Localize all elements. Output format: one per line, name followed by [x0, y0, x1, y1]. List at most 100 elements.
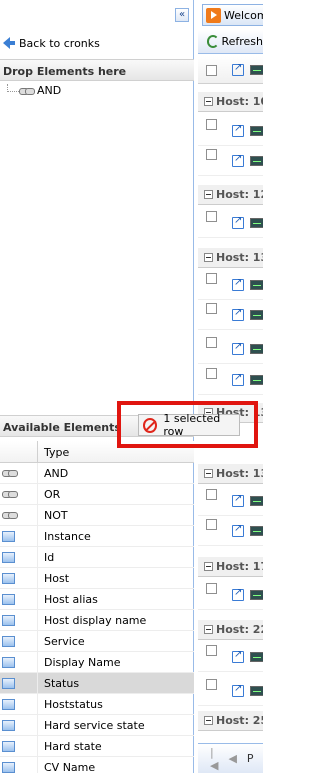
- grid-row[interactable]: [198, 676, 263, 706]
- collapse-group-icon[interactable]: [204, 190, 213, 199]
- collapse-group-icon[interactable]: [204, 469, 213, 478]
- field-icon: [2, 740, 15, 752]
- element-row[interactable]: OR: [0, 483, 194, 505]
- host-group-label: Host: 253: [216, 714, 263, 727]
- collapse-panel-button[interactable]: «: [175, 8, 189, 22]
- element-label: CV Name: [44, 760, 96, 773]
- element-row[interactable]: Hard state: [0, 735, 194, 757]
- row-checkbox[interactable]: [206, 303, 217, 314]
- open-link-icon: [232, 307, 244, 321]
- row-checkbox[interactable]: [206, 149, 217, 160]
- row-checkbox[interactable]: [206, 368, 217, 379]
- host-group-header[interactable]: Host: 178: [198, 557, 263, 577]
- host-group-header[interactable]: Host: 130: [198, 248, 263, 268]
- grid-row[interactable]: [198, 270, 263, 300]
- element-icon-cell: [0, 546, 38, 568]
- drop-zone-header: Drop Elements here: [0, 59, 194, 81]
- back-to-cronks-button[interactable]: Back to cronks: [3, 35, 100, 51]
- grid-row[interactable]: [198, 580, 263, 610]
- grid-row[interactable]: [198, 146, 263, 176]
- drop-tree-item[interactable]: AND: [7, 83, 61, 97]
- collapse-group-icon[interactable]: [204, 97, 213, 106]
- element-row[interactable]: Host display name: [0, 609, 194, 631]
- element-row[interactable]: Hoststatus: [0, 693, 194, 715]
- prev-page-icon[interactable]: ◀: [228, 752, 236, 765]
- element-label: Hoststatus: [44, 697, 103, 711]
- row-checkbox[interactable]: [206, 337, 217, 348]
- host-group-header[interactable]: Host: 122: [198, 185, 263, 205]
- open-link-icon: [232, 215, 244, 229]
- element-row[interactable]: Id: [0, 546, 194, 568]
- row-checkbox[interactable]: [206, 583, 217, 594]
- back-arrow-icon: [3, 37, 15, 49]
- host-group-label: Host: 130: [216, 251, 263, 264]
- field-icon: [2, 551, 15, 563]
- open-link-icon: [232, 341, 244, 355]
- element-icon-cell: [0, 714, 38, 736]
- grid-row[interactable]: [198, 486, 263, 516]
- element-row[interactable]: Instance: [0, 525, 194, 547]
- monitor-icon: [250, 126, 263, 136]
- host-group-header[interactable]: Host: 229: [198, 620, 263, 640]
- row-checkbox[interactable]: [206, 645, 217, 656]
- field-icon: [2, 698, 15, 710]
- play-icon: [206, 7, 221, 23]
- element-row[interactable]: Display Name: [0, 651, 194, 673]
- grid-row[interactable]: [198, 365, 263, 395]
- row-checkbox[interactable]: [206, 273, 217, 284]
- available-elements-list: AND OR NOT Instance Id Host Host alias Host dis…: [0, 462, 194, 773]
- element-icon-cell: [0, 525, 38, 547]
- grid-row[interactable]: [198, 116, 263, 146]
- element-row[interactable]: Hard service state: [0, 714, 194, 736]
- element-label: Host display name: [44, 613, 147, 627]
- collapse-group-icon[interactable]: [204, 625, 213, 634]
- element-row[interactable]: Status: [0, 672, 194, 694]
- row-checkbox[interactable]: [206, 519, 217, 530]
- open-link-icon: [232, 277, 244, 291]
- first-page-icon[interactable]: |◀: [210, 746, 218, 772]
- select-all-checkbox[interactable]: [206, 65, 217, 76]
- filter-builder-panel: « Back to cronks Drop Elements here AND …: [0, 0, 194, 773]
- element-label: AND: [44, 466, 69, 480]
- monitor-icon: [250, 526, 263, 536]
- open-link-icon: [232, 649, 244, 663]
- monitor-icon: [250, 652, 263, 662]
- host-group-header[interactable]: Host: 253: [198, 711, 263, 731]
- row-checkbox[interactable]: [206, 119, 217, 130]
- app-root: « Back to cronks Drop Elements here AND …: [0, 0, 263, 773]
- grid-header-row: [198, 56, 263, 84]
- element-icon-cell: [0, 672, 38, 694]
- element-row[interactable]: Host: [0, 567, 194, 589]
- open-link-icon: [232, 683, 244, 697]
- element-label: Status: [44, 676, 80, 690]
- row-checkbox[interactable]: [206, 489, 217, 500]
- element-row[interactable]: AND: [0, 462, 194, 484]
- open-link-icon: [232, 62, 244, 76]
- element-row[interactable]: CV Name: [0, 756, 194, 773]
- element-row[interactable]: Service: [0, 630, 194, 652]
- back-label: Back to cronks: [19, 36, 100, 50]
- collapse-group-icon[interactable]: [204, 253, 213, 262]
- host-group-label: Host: 136: [216, 467, 263, 480]
- element-row[interactable]: Host alias: [0, 588, 194, 610]
- element-row[interactable]: NOT: [0, 504, 194, 526]
- row-checkbox[interactable]: [206, 211, 217, 222]
- refresh-button[interactable]: Refresh: [221, 35, 263, 48]
- field-icon: [2, 530, 15, 542]
- grid-row[interactable]: [198, 208, 263, 238]
- type-column-header[interactable]: Type: [38, 441, 75, 462]
- element-label: Host alias: [44, 592, 98, 606]
- grid-row[interactable]: [198, 300, 263, 330]
- grid-row[interactable]: [198, 516, 263, 546]
- grid-row[interactable]: [198, 642, 263, 672]
- host-group-header[interactable]: Host: 136: [198, 464, 263, 484]
- element-icon-cell: [0, 651, 38, 673]
- row-checkbox[interactable]: [206, 679, 217, 690]
- pager-toolbar: |◀ ◀ P: [198, 743, 263, 773]
- element-label: Service: [44, 634, 85, 648]
- grid-row[interactable]: [198, 334, 263, 364]
- tab-welcome[interactable]: Welcom: [202, 4, 263, 26]
- collapse-group-icon[interactable]: [204, 562, 213, 571]
- collapse-group-icon[interactable]: [204, 716, 213, 725]
- host-group-header[interactable]: Host: 100: [198, 92, 263, 112]
